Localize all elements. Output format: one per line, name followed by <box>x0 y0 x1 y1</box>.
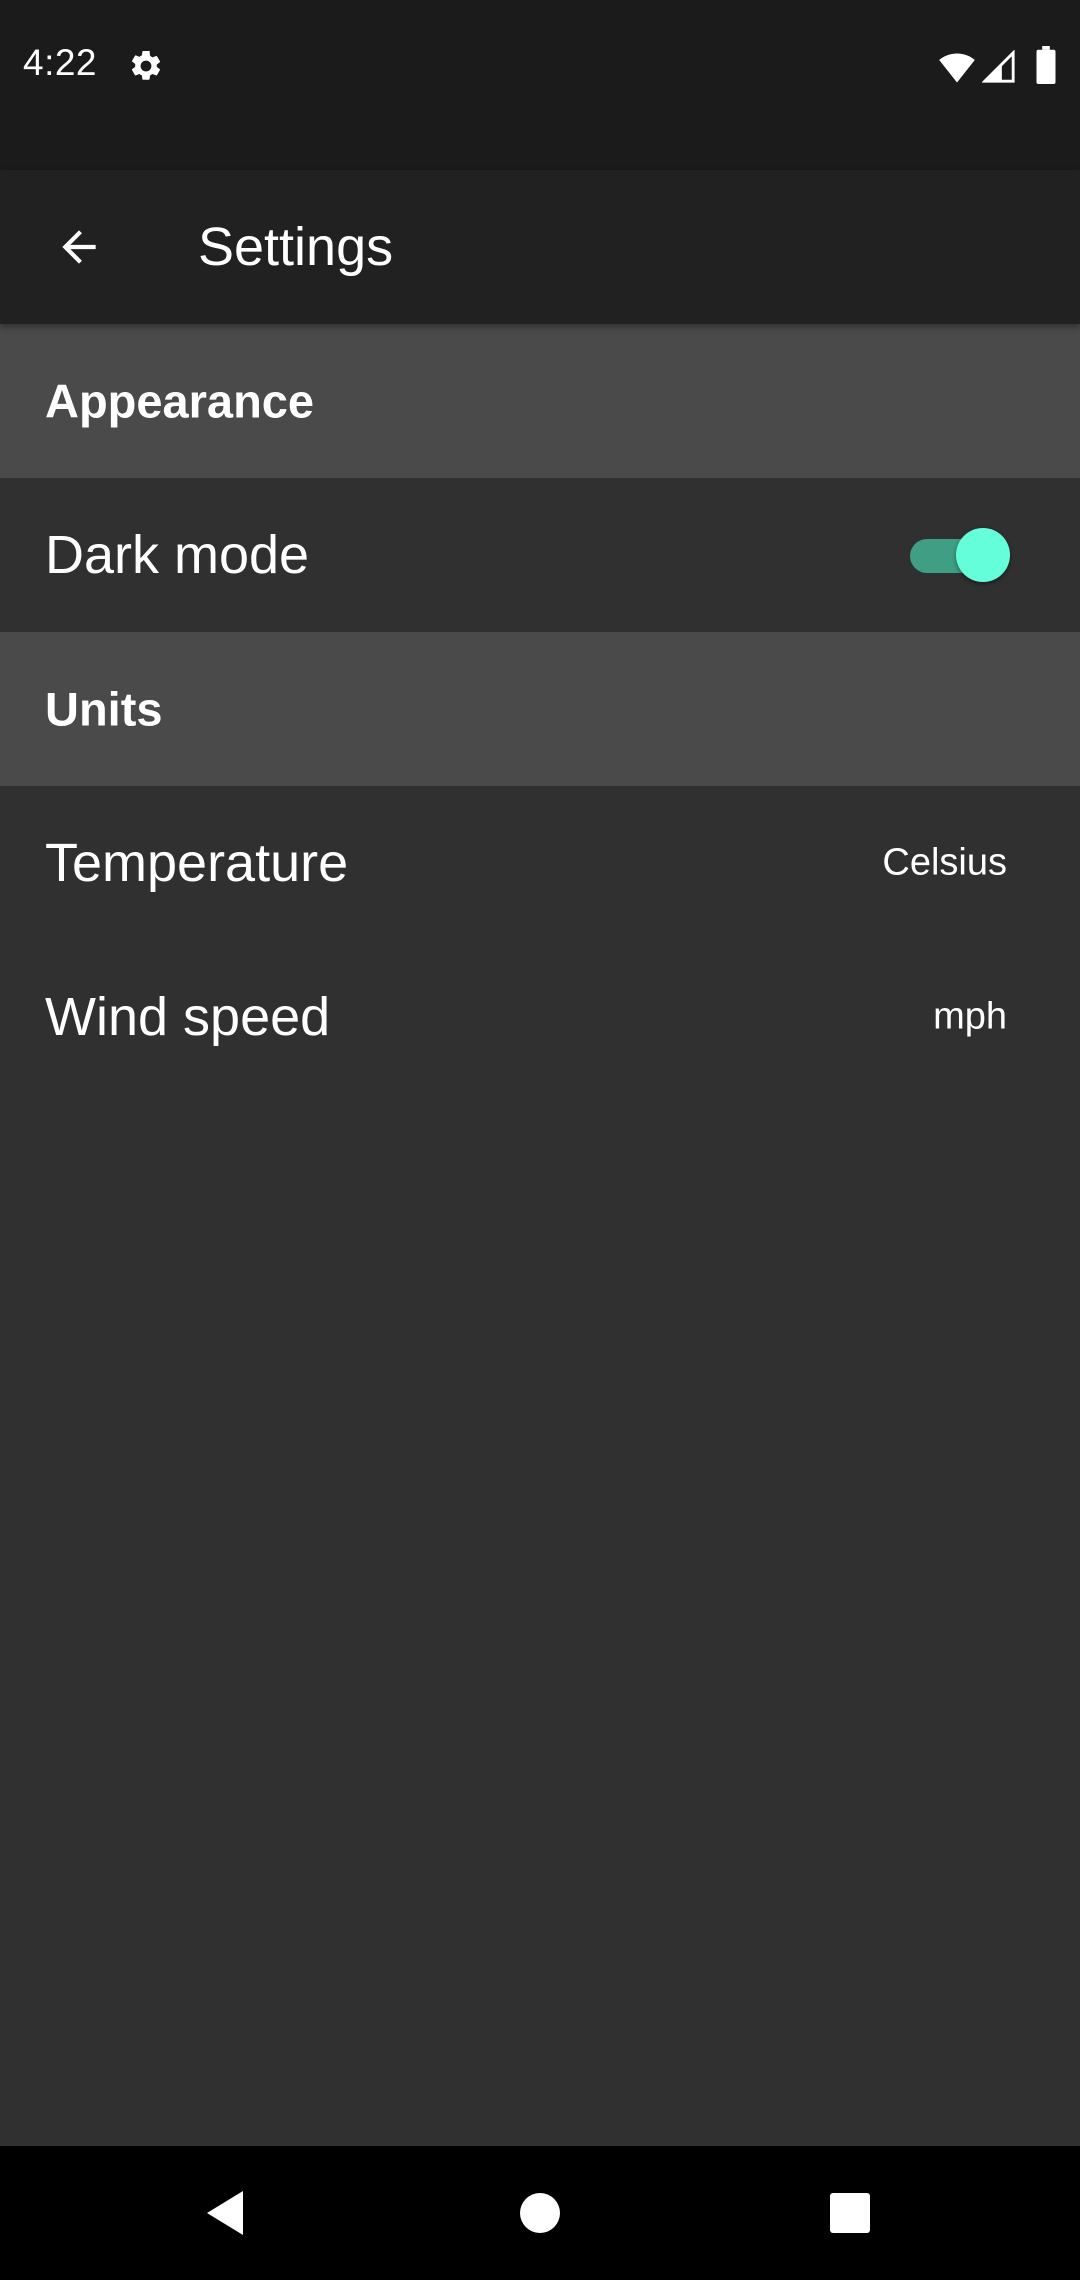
nav-back-button[interactable] <box>155 2146 295 2280</box>
status-bar: 4:22 <box>0 0 1080 170</box>
toggle-thumb <box>956 528 1010 582</box>
wind-speed-label: Wind speed <box>45 987 331 1047</box>
gear-icon <box>131 50 161 80</box>
navigation-bar <box>0 2146 1080 2280</box>
temperature-label: Temperature <box>45 833 349 893</box>
arrow-back-icon <box>62 230 96 264</box>
status-time: 4:22 <box>23 42 98 83</box>
dark-mode-toggle[interactable] <box>908 526 1010 584</box>
app-bar: Settings <box>0 170 1080 324</box>
nav-home-button[interactable] <box>470 2146 610 2280</box>
wifi-icon <box>939 53 975 83</box>
section-header-appearance: Appearance <box>0 324 1080 478</box>
recents-square-icon <box>830 2193 870 2233</box>
home-circle-icon <box>520 2193 560 2233</box>
nav-recents-button[interactable] <box>780 2146 920 2280</box>
dark-mode-label: Dark mode <box>45 525 310 585</box>
settings-screen: 4:22 Settings Appearance Dark mode Units… <box>0 0 1080 2280</box>
wind-speed-value: mph <box>933 995 1007 1038</box>
page-title: Settings <box>198 217 394 277</box>
temperature-row[interactable]: Temperature Celsius <box>0 786 1080 940</box>
back-triangle-icon <box>207 2191 243 2235</box>
section-header-units: Units <box>0 632 1080 786</box>
back-button[interactable] <box>38 206 120 288</box>
wind-speed-row[interactable]: Wind speed mph <box>0 940 1080 1094</box>
battery-icon <box>1036 46 1056 84</box>
signal-icon <box>982 50 1015 83</box>
temperature-value: Celsius <box>882 841 1007 884</box>
section-header-label: Appearance <box>45 374 315 428</box>
section-header-label: Units <box>45 682 163 736</box>
dark-mode-row[interactable]: Dark mode <box>0 478 1080 632</box>
